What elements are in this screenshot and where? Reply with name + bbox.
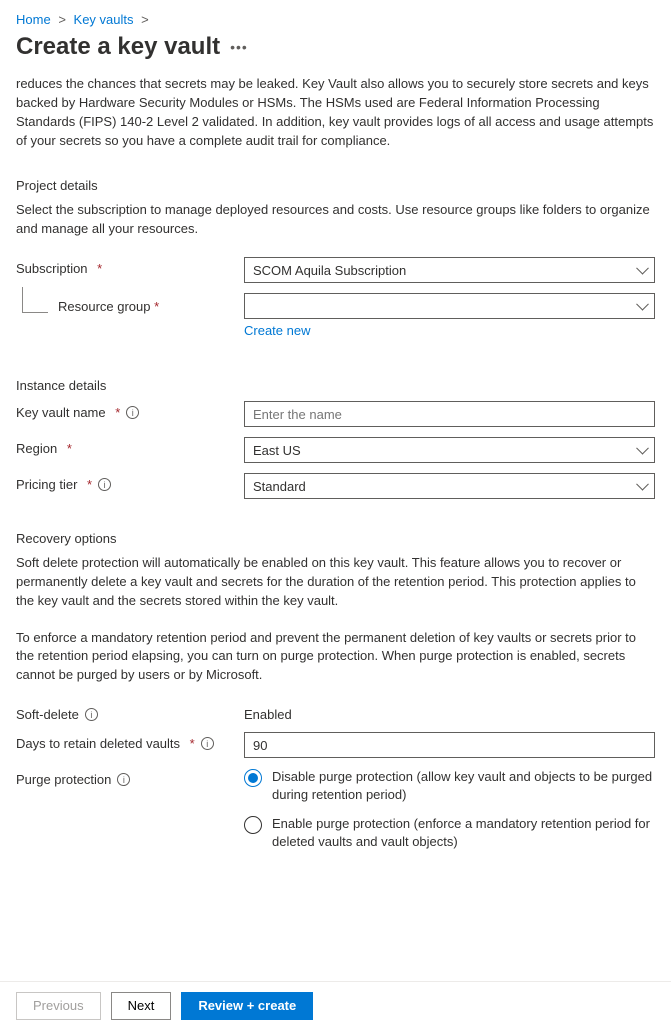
purge-disable-radio[interactable] bbox=[244, 769, 262, 787]
info-icon[interactable]: i bbox=[98, 478, 111, 491]
purge-disable-label[interactable]: Disable purge protection (allow key vaul… bbox=[272, 768, 655, 804]
chevron-right-icon: > bbox=[58, 12, 66, 27]
instance-details-header: Instance details bbox=[16, 378, 655, 393]
soft-delete-value: Enabled bbox=[244, 703, 655, 722]
resource-group-select[interactable] bbox=[244, 293, 655, 319]
keyvault-name-label: Key vault name * i bbox=[16, 401, 244, 420]
project-details-desc: Select the subscription to manage deploy… bbox=[16, 201, 655, 239]
project-details-header: Project details bbox=[16, 178, 655, 193]
soft-delete-label: Soft-delete i bbox=[16, 703, 244, 722]
info-icon[interactable]: i bbox=[126, 406, 139, 419]
wizard-footer: Previous Next Review + create bbox=[0, 981, 671, 1030]
tree-line-icon bbox=[22, 287, 48, 313]
resource-group-label: Resource group * bbox=[16, 293, 244, 314]
info-icon[interactable]: i bbox=[201, 737, 214, 750]
more-icon[interactable]: ••• bbox=[230, 39, 248, 55]
breadcrumb: Home > Key vaults > bbox=[16, 12, 655, 27]
radio-dot-icon bbox=[248, 773, 258, 783]
region-select[interactable]: East US bbox=[244, 437, 655, 463]
intro-text: reduces the chances that secrets may be … bbox=[16, 75, 655, 150]
info-icon[interactable]: i bbox=[85, 708, 98, 721]
next-button[interactable]: Next bbox=[111, 992, 172, 1020]
recovery-options-header: Recovery options bbox=[16, 531, 655, 546]
breadcrumb-home[interactable]: Home bbox=[16, 12, 51, 27]
subscription-label: Subscription * bbox=[16, 257, 244, 276]
purge-protection-label: Purge protection i bbox=[16, 768, 244, 787]
region-label: Region * bbox=[16, 437, 244, 456]
keyvault-name-input[interactable] bbox=[244, 401, 655, 427]
purge-enable-radio[interactable] bbox=[244, 816, 262, 834]
recovery-desc-2: To enforce a mandatory retention period … bbox=[16, 629, 655, 686]
chevron-right-icon: > bbox=[141, 12, 149, 27]
pricing-tier-select[interactable]: Standard bbox=[244, 473, 655, 499]
recovery-desc-1: Soft delete protection will automaticall… bbox=[16, 554, 655, 611]
previous-button[interactable]: Previous bbox=[16, 992, 101, 1020]
info-icon[interactable]: i bbox=[117, 773, 130, 786]
days-retain-label: Days to retain deleted vaults * i bbox=[16, 732, 244, 751]
review-create-button[interactable]: Review + create bbox=[181, 992, 313, 1020]
days-retain-input[interactable] bbox=[244, 732, 655, 758]
subscription-select[interactable]: SCOM Aquila Subscription bbox=[244, 257, 655, 283]
breadcrumb-keyvaults[interactable]: Key vaults bbox=[74, 12, 134, 27]
create-new-link[interactable]: Create new bbox=[244, 323, 310, 338]
page-title: Create a key vault bbox=[16, 33, 220, 61]
purge-enable-label[interactable]: Enable purge protection (enforce a manda… bbox=[272, 815, 655, 851]
pricing-tier-label: Pricing tier * i bbox=[16, 473, 244, 492]
